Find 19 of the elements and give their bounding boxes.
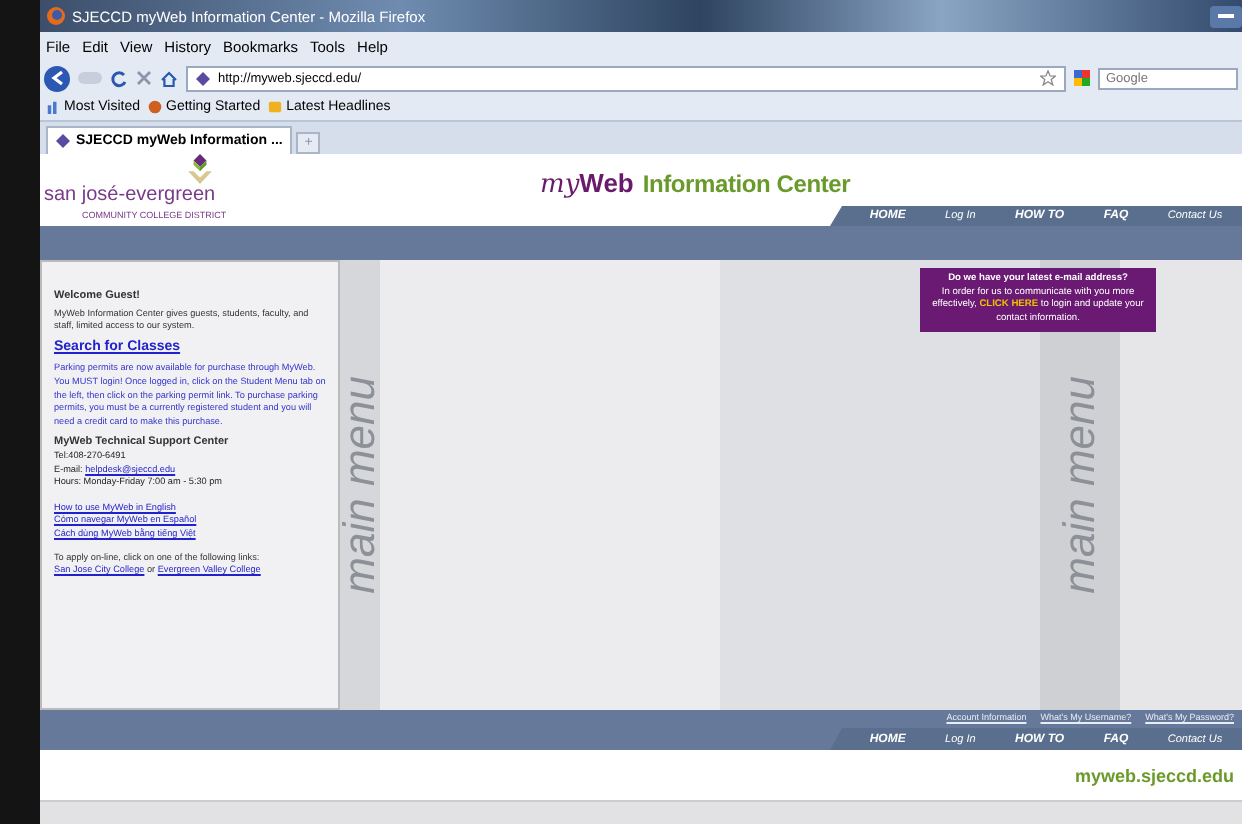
folder-icon — [268, 100, 283, 114]
star-icon[interactable] — [1040, 70, 1056, 86]
back-button[interactable] — [44, 65, 70, 91]
site-title: myWeb Information Center — [540, 166, 851, 202]
diamond-icon — [56, 134, 70, 148]
logo-icon — [188, 154, 212, 184]
search-engine-icon[interactable] — [1074, 70, 1090, 86]
watermark-text: main menu — [1054, 376, 1106, 594]
minimize-icon — [1218, 13, 1234, 19]
circle-icon — [148, 100, 162, 114]
minimize-button[interactable] — [1210, 5, 1242, 27]
bar-chart-icon — [46, 100, 60, 114]
home-icon[interactable] — [160, 69, 178, 87]
reload-icon[interactable] — [110, 69, 128, 87]
site-domain: myweb.sjeccd.edu — [1074, 765, 1234, 785]
logo-name: san josé-evergreen — [44, 184, 216, 206]
watermark-text: main menu — [340, 376, 380, 594]
site-identity-icon — [196, 71, 210, 85]
firefox-icon — [46, 6, 66, 26]
